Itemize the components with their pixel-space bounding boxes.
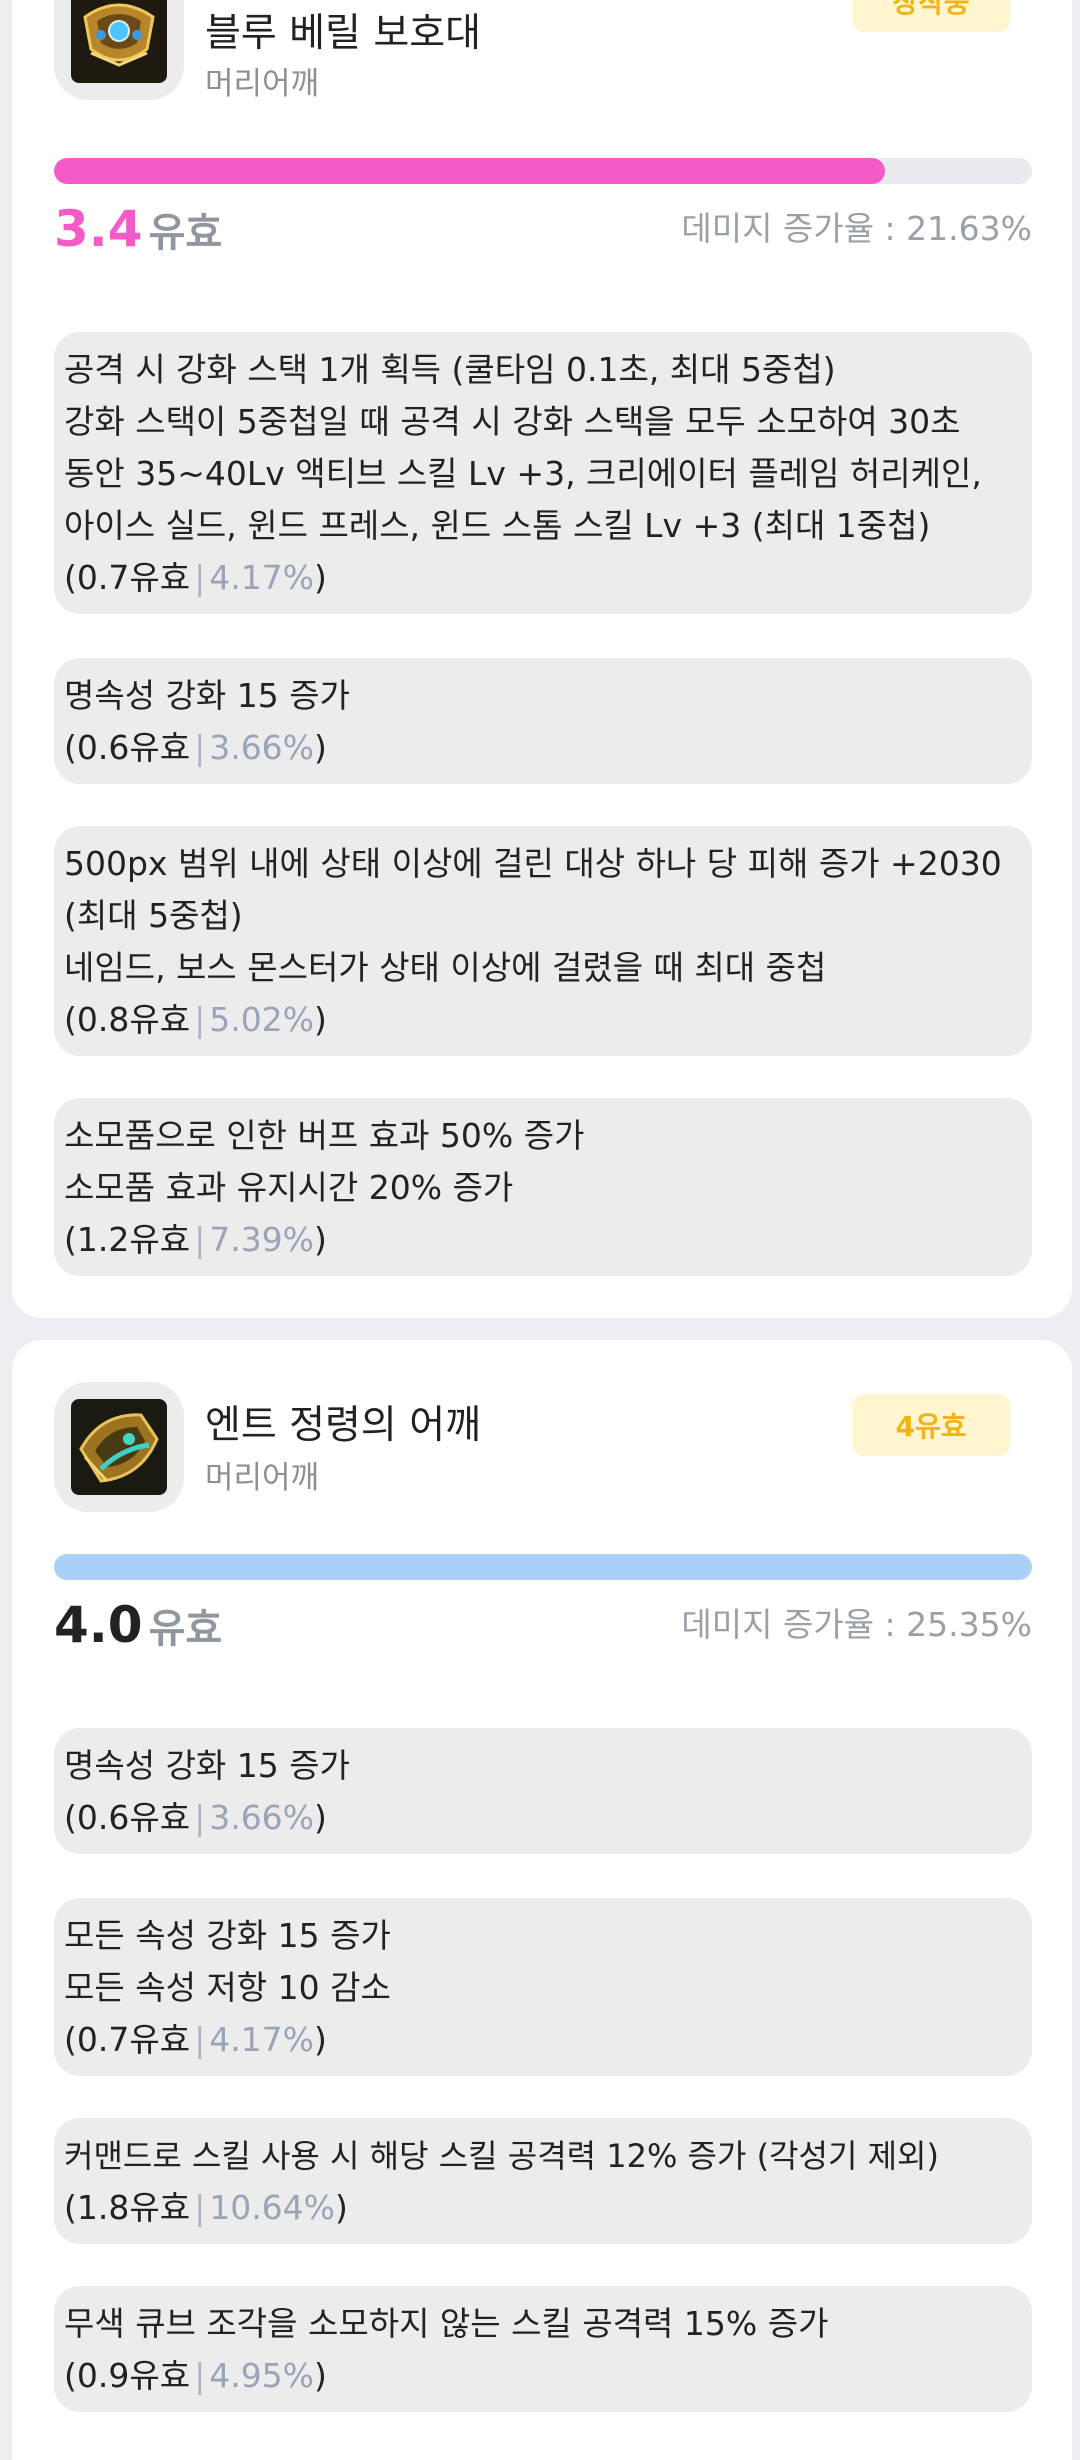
- score-unit: 유효: [148, 1606, 223, 1652]
- option-value: 0.9유효: [76, 2356, 191, 2395]
- score-unit: 유효: [148, 210, 223, 256]
- option-line: 명속성 강화 15 증가: [64, 1746, 350, 1785]
- option-box: 명속성 강화 15 증가 (0.6유효 | 3.66%): [54, 658, 1032, 784]
- option-percent: 5.02%: [209, 1000, 315, 1039]
- damage-increase-text: 데미지 증가율 : 25.35%: [681, 1605, 1032, 1644]
- option-value-line: (0.7유효 | 4.17%): [64, 558, 327, 597]
- item-title: 블루 베릴 보호대: [205, 11, 481, 56]
- score: 3.4 유효: [54, 200, 222, 258]
- option-box: 무색 큐브 조각을 소모하지 않는 스킬 공격력 15% 증가 (0.9유효 | 4…: [54, 2286, 1032, 2412]
- option-percent: 10.64%: [209, 2188, 336, 2227]
- option-percent: 3.66%: [209, 1798, 315, 1837]
- option-percent: 7.39%: [209, 1220, 315, 1259]
- option-box: 커맨드로 스킬 사용 시 해당 스킬 공격력 12% 증가 (각성기 제외) (…: [54, 2118, 1032, 2244]
- efficiency-badge: 4유효: [852, 1394, 1010, 1456]
- option-value-line: (1.8유효 | 10.64%): [64, 2188, 348, 2227]
- efficiency-bar: [54, 1554, 1032, 1580]
- item-icon-frame: [54, 1382, 184, 1512]
- option-value: 0.8유효: [76, 1000, 191, 1039]
- option-line: (최대 5중첩): [64, 896, 243, 935]
- option-value: 0.7유효: [76, 2020, 191, 2059]
- option-percent: 4.95%: [209, 2356, 315, 2395]
- option-value-line: (0.6유효 | 3.66%): [64, 728, 327, 767]
- option-line: 아이스 실드, 윈드 프레스, 윈드 스톰 스킬 Lv +3 (최대 1중첩): [64, 506, 931, 545]
- option-line: 무색 큐브 조각을 소모하지 않는 스킬 공격력 15% 증가: [64, 2304, 829, 2343]
- option-value-line: (0.9유효 | 4.95%): [64, 2356, 327, 2395]
- item-icon-frame: [54, 0, 184, 100]
- equipped-badge: 장착중: [852, 0, 1010, 32]
- option-value: 0.6유효: [76, 728, 191, 767]
- option-box: 500px 범위 내에 상태 이상에 걸린 대상 하나 당 피해 증가 +203…: [54, 826, 1032, 1056]
- option-percent: 4.17%: [209, 2020, 315, 2059]
- option-line: 500px 범위 내에 상태 이상에 걸린 대상 하나 당 피해 증가 +203…: [64, 844, 1002, 883]
- item-slot: 머리어깨: [205, 66, 320, 102]
- option-line: 커맨드로 스킬 사용 시 해당 스킬 공격력 12% 증가 (각성기 제외): [64, 2137, 939, 2175]
- shoulder-armor-icon: [71, 0, 167, 83]
- option-line: 동안 35~40Lv 액티브 스킬 Lv +3, 크리에이터 플레임 허리케인,: [64, 454, 982, 493]
- item-card: 엔트 정령의 어깨 머리어깨 4유효 4.0 유효 데미지 증가율 : 25.35…: [12, 1340, 1072, 2460]
- score-value: 3.4: [54, 200, 143, 258]
- efficiency-bar-fill: [54, 1554, 1032, 1580]
- option-value-line: (0.8유효 | 5.02%): [64, 1000, 327, 1039]
- option-line: 강화 스택이 5중첩일 때 공격 시 강화 스택을 모두 소모하여 30초: [64, 402, 961, 441]
- item-slot: 머리어깨: [205, 1460, 320, 1496]
- option-box: 공격 시 강화 스택 1개 획득 (쿨타임 0.1초, 최대 5중첩) 강화 스…: [54, 332, 1032, 614]
- item-title: 엔트 정령의 어깨: [205, 1403, 481, 1448]
- item-card: 블루 베릴 보호대 머리어깨 장착중 3.4 유효 데미지 증가율 : 21.63…: [12, 0, 1072, 1318]
- option-box: 소모품으로 인한 버프 효과 50% 증가 소모품 효과 유지시간 20% 증가…: [54, 1098, 1032, 1276]
- score: 4.0 유효: [54, 1596, 222, 1654]
- option-line: 공격 시 강화 스택 1개 획득 (쿨타임 0.1초, 최대 5중첩): [64, 350, 836, 389]
- option-value: 1.8유효: [76, 2188, 191, 2227]
- score-value: 4.0: [54, 1596, 143, 1654]
- option-value: 1.2유효: [76, 1220, 191, 1259]
- option-value-line: (0.6유효 | 3.66%): [64, 1798, 327, 1837]
- option-value: 0.6유효: [76, 1798, 191, 1837]
- shoulder-armor-icon: [71, 1399, 167, 1495]
- option-box: 명속성 강화 15 증가 (0.6유효 | 3.66%): [54, 1728, 1032, 1854]
- option-value: 0.7유효: [76, 558, 191, 597]
- option-value-line: (1.2유효 | 7.39%): [64, 1220, 327, 1259]
- efficiency-bar: [54, 158, 1032, 184]
- efficiency-bar-fill: [54, 158, 886, 184]
- option-percent: 3.66%: [209, 728, 315, 767]
- damage-increase-text: 데미지 증가율 : 21.63%: [681, 209, 1032, 248]
- option-line: 모든 속성 저항 10 감소: [64, 1968, 391, 2007]
- option-line: 소모품 효과 유지시간 20% 증가: [64, 1168, 514, 1207]
- option-line: 네임드, 보스 몬스터가 상태 이상에 걸렸을 때 최대 중첩: [64, 948, 827, 987]
- option-box: 모든 속성 강화 15 증가 모든 속성 저항 10 감소 (0.7유효 | 4.1…: [54, 1898, 1032, 2076]
- option-line: 모든 속성 강화 15 증가: [64, 1916, 391, 1955]
- option-line: 명속성 강화 15 증가: [64, 676, 350, 715]
- option-percent: 4.17%: [209, 558, 315, 597]
- option-value-line: (0.7유효 | 4.17%): [64, 2020, 327, 2059]
- option-line: 소모품으로 인한 버프 효과 50% 증가: [64, 1116, 585, 1155]
